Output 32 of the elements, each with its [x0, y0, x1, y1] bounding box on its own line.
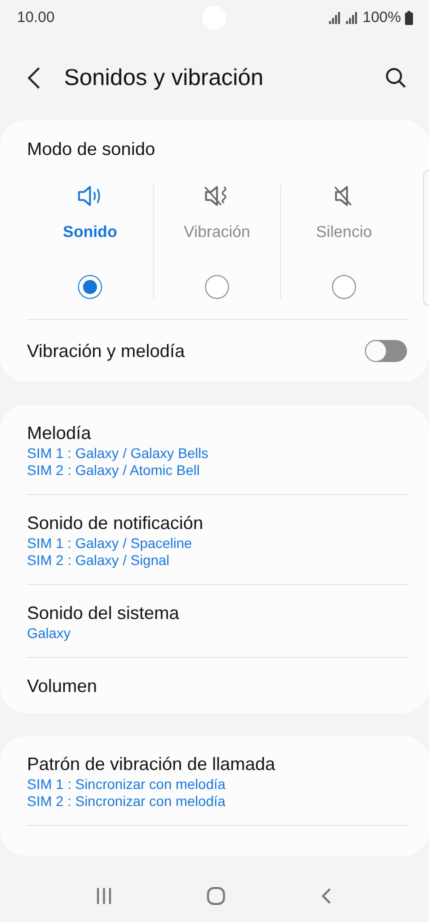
setting-value: Galaxy [27, 625, 72, 642]
battery-icon [405, 11, 413, 25]
setting-value: SIM 1 : Sincronizar con melodía [27, 776, 226, 793]
setting-title[interactable]: Melodía [27, 421, 407, 445]
mode-label: Sonido [62, 223, 118, 243]
radio-button[interactable] [205, 275, 229, 299]
signal-icon [328, 12, 359, 24]
scrollbar[interactable] [423, 170, 429, 306]
battery-level: 100% [362, 8, 401, 28]
mode-label: Silencio [316, 223, 372, 243]
setting-title[interactable]: Sonido de notificación [27, 511, 407, 535]
screen-title: Sonidos y vibración [64, 64, 264, 92]
setting-label: Vibración y melodía [27, 340, 185, 363]
setting-value: SIM 2 : Galaxy / Atomic Bell [27, 462, 201, 479]
search-icon[interactable] [385, 67, 407, 89]
recent-apps-icon[interactable] [94, 887, 113, 905]
back-icon[interactable] [26, 66, 42, 90]
setting-value: SIM 1 : Galaxy / Spaceline [27, 535, 193, 552]
home-icon[interactable] [206, 886, 226, 906]
radio-button[interactable] [78, 275, 102, 299]
setting-value: SIM 1 : Galaxy / Galaxy Bells [27, 445, 210, 462]
mode-label: Vibración [184, 223, 250, 243]
clock: 10.00 [17, 8, 55, 28]
section-title: Modo de sonido [27, 138, 156, 161]
radio-button[interactable] [332, 275, 356, 299]
toggle-switch[interactable] [365, 340, 407, 362]
setting-title[interactable]: Volumen [27, 674, 407, 698]
setting-title[interactable]: Patrón de vibración de llamada [27, 752, 407, 776]
setting-value: SIM 2 : Galaxy / Signal [27, 552, 170, 569]
speaker-icon [77, 185, 103, 207]
setting-value: SIM 2 : Sincronizar con melodía [27, 793, 226, 810]
setting-title[interactable]: Sonido del sistema [27, 601, 407, 625]
